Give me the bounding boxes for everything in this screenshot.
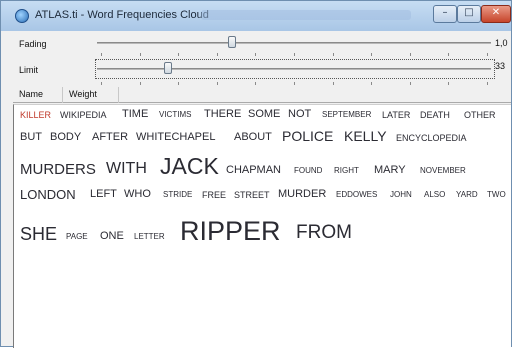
cloud-word[interactable]: WIKIPEDIA [60, 111, 107, 120]
cloud-word[interactable]: AFTER [92, 132, 128, 143]
cloud-word[interactable]: VICTIMS [159, 111, 191, 119]
slider-tick [294, 82, 295, 85]
cloud-word[interactable]: SEPTEMBER [322, 111, 371, 119]
cloud-word[interactable]: POLICE [282, 129, 333, 143]
cloud-word[interactable]: MURDERS [20, 162, 96, 177]
sort-tabs: Name Weight [13, 87, 511, 103]
cloud-word[interactable]: EDDOWES [336, 191, 377, 199]
slider-tick [409, 53, 411, 56]
atlas-app-icon [15, 9, 29, 23]
slider-tick [332, 53, 334, 56]
cloud-word[interactable]: PAGE [66, 233, 88, 241]
cloud-word[interactable]: YARD [456, 191, 478, 199]
word-cloud-window: ATLAS.ti - Word Frequencies Cloud – □ ✕ … [0, 0, 512, 348]
cloud-word[interactable]: WHITECHAPEL [136, 132, 215, 143]
cloud-word[interactable]: WHO [124, 189, 151, 200]
tab-name[interactable]: Name [13, 87, 63, 103]
cloud-word[interactable]: ALSO [424, 191, 445, 199]
cloud-word[interactable]: CHAPMAN [226, 165, 281, 176]
cloud-word[interactable]: LEFT [90, 189, 117, 200]
cloud-word[interactable]: STRIDE [163, 191, 192, 199]
cloud-word[interactable]: SHE [20, 225, 57, 243]
cloud-word[interactable]: WITH [106, 161, 147, 177]
slider-tick [487, 53, 488, 56]
limit-label: Limit [19, 65, 39, 75]
slider-tick [101, 82, 102, 85]
slider-tick [448, 53, 450, 56]
cloud-word[interactable]: NOVEMBER [420, 167, 466, 175]
cloud-word[interactable]: RIGHT [334, 167, 359, 175]
slider-tick [332, 82, 334, 85]
fading-label: Fading [19, 39, 47, 49]
cloud-word[interactable]: MURDER [278, 189, 326, 200]
slider-tick [139, 53, 141, 56]
limit-slider-track[interactable] [97, 68, 491, 70]
fading-slider-track[interactable] [97, 42, 491, 44]
cloud-word[interactable]: LONDON [20, 188, 76, 201]
cloud-word[interactable]: KILLER [20, 111, 51, 120]
fading-slider-ticks [101, 53, 488, 56]
close-button[interactable]: ✕ [481, 5, 511, 23]
slider-tick [371, 82, 373, 85]
slider-tick [294, 53, 295, 56]
limit-value: 33 [495, 61, 506, 71]
cloud-word[interactable]: FROM [296, 223, 352, 242]
cloud-word[interactable]: JACK [160, 155, 219, 178]
slider-tick [409, 82, 411, 85]
slider-tick [139, 82, 141, 85]
cloud-word[interactable]: RIPPER [180, 218, 281, 245]
cloud-word[interactable]: THERE [204, 109, 241, 120]
slider-tick [255, 82, 257, 85]
cloud-word[interactable]: JOHN [390, 191, 412, 199]
cloud-word[interactable]: LATER [382, 111, 410, 120]
cloud-word[interactable]: FOUND [294, 167, 322, 175]
title-bar[interactable]: ATLAS.ti - Word Frequencies Cloud – □ ✕ [1, 1, 511, 31]
cloud-word[interactable]: BODY [50, 132, 81, 143]
fading-value: 1,0 [495, 38, 508, 48]
slider-tick [101, 53, 102, 56]
limit-slider-thumb[interactable] [164, 62, 172, 74]
slider-tick [216, 53, 218, 56]
slider-tick [448, 82, 450, 85]
fading-slider-thumb[interactable] [228, 36, 236, 48]
cloud-word[interactable]: DEATH [420, 111, 450, 120]
cloud-word[interactable]: STREET [234, 191, 270, 200]
slider-tick [255, 53, 257, 56]
maximize-button[interactable]: □ [457, 5, 481, 23]
cloud-word[interactable]: FREE [202, 191, 226, 200]
slider-tick [178, 82, 180, 85]
maximize-icon: □ [464, 7, 474, 18]
slider-tick [216, 82, 218, 85]
window-title: ATLAS.ti - Word Frequencies Cloud [35, 9, 209, 21]
cloud-word[interactable]: SOME [248, 109, 280, 120]
slider-tick [178, 53, 180, 56]
tab-weight[interactable]: Weight [63, 87, 119, 103]
blurred-title-overlay [201, 10, 411, 20]
word-cloud: KILLER WIKIPEDIA TIME VICTIMS THERE SOME… [13, 104, 511, 348]
cloud-word[interactable]: MARY [374, 165, 406, 176]
cloud-word[interactable]: NOT [288, 109, 311, 120]
minimize-icon: – [442, 7, 448, 18]
cloud-word[interactable]: KELLY [344, 129, 387, 143]
cloud-word[interactable]: OTHER [464, 111, 496, 120]
limit-slider-ticks [101, 82, 488, 85]
slider-tick [487, 82, 488, 85]
cloud-word[interactable]: ABOUT [234, 132, 272, 143]
cloud-word[interactable]: BUT [20, 132, 42, 143]
cloud-word[interactable]: ENCYCLOPEDIA [396, 134, 467, 143]
cloud-word[interactable]: LETTER [134, 233, 165, 241]
cloud-word[interactable]: ONE [100, 231, 124, 242]
minimize-button[interactable]: – [433, 5, 457, 23]
cloud-word[interactable]: TWO [487, 191, 506, 199]
close-icon: ✕ [491, 7, 501, 18]
slider-tick [371, 53, 373, 56]
cloud-word[interactable]: TIME [122, 109, 148, 120]
